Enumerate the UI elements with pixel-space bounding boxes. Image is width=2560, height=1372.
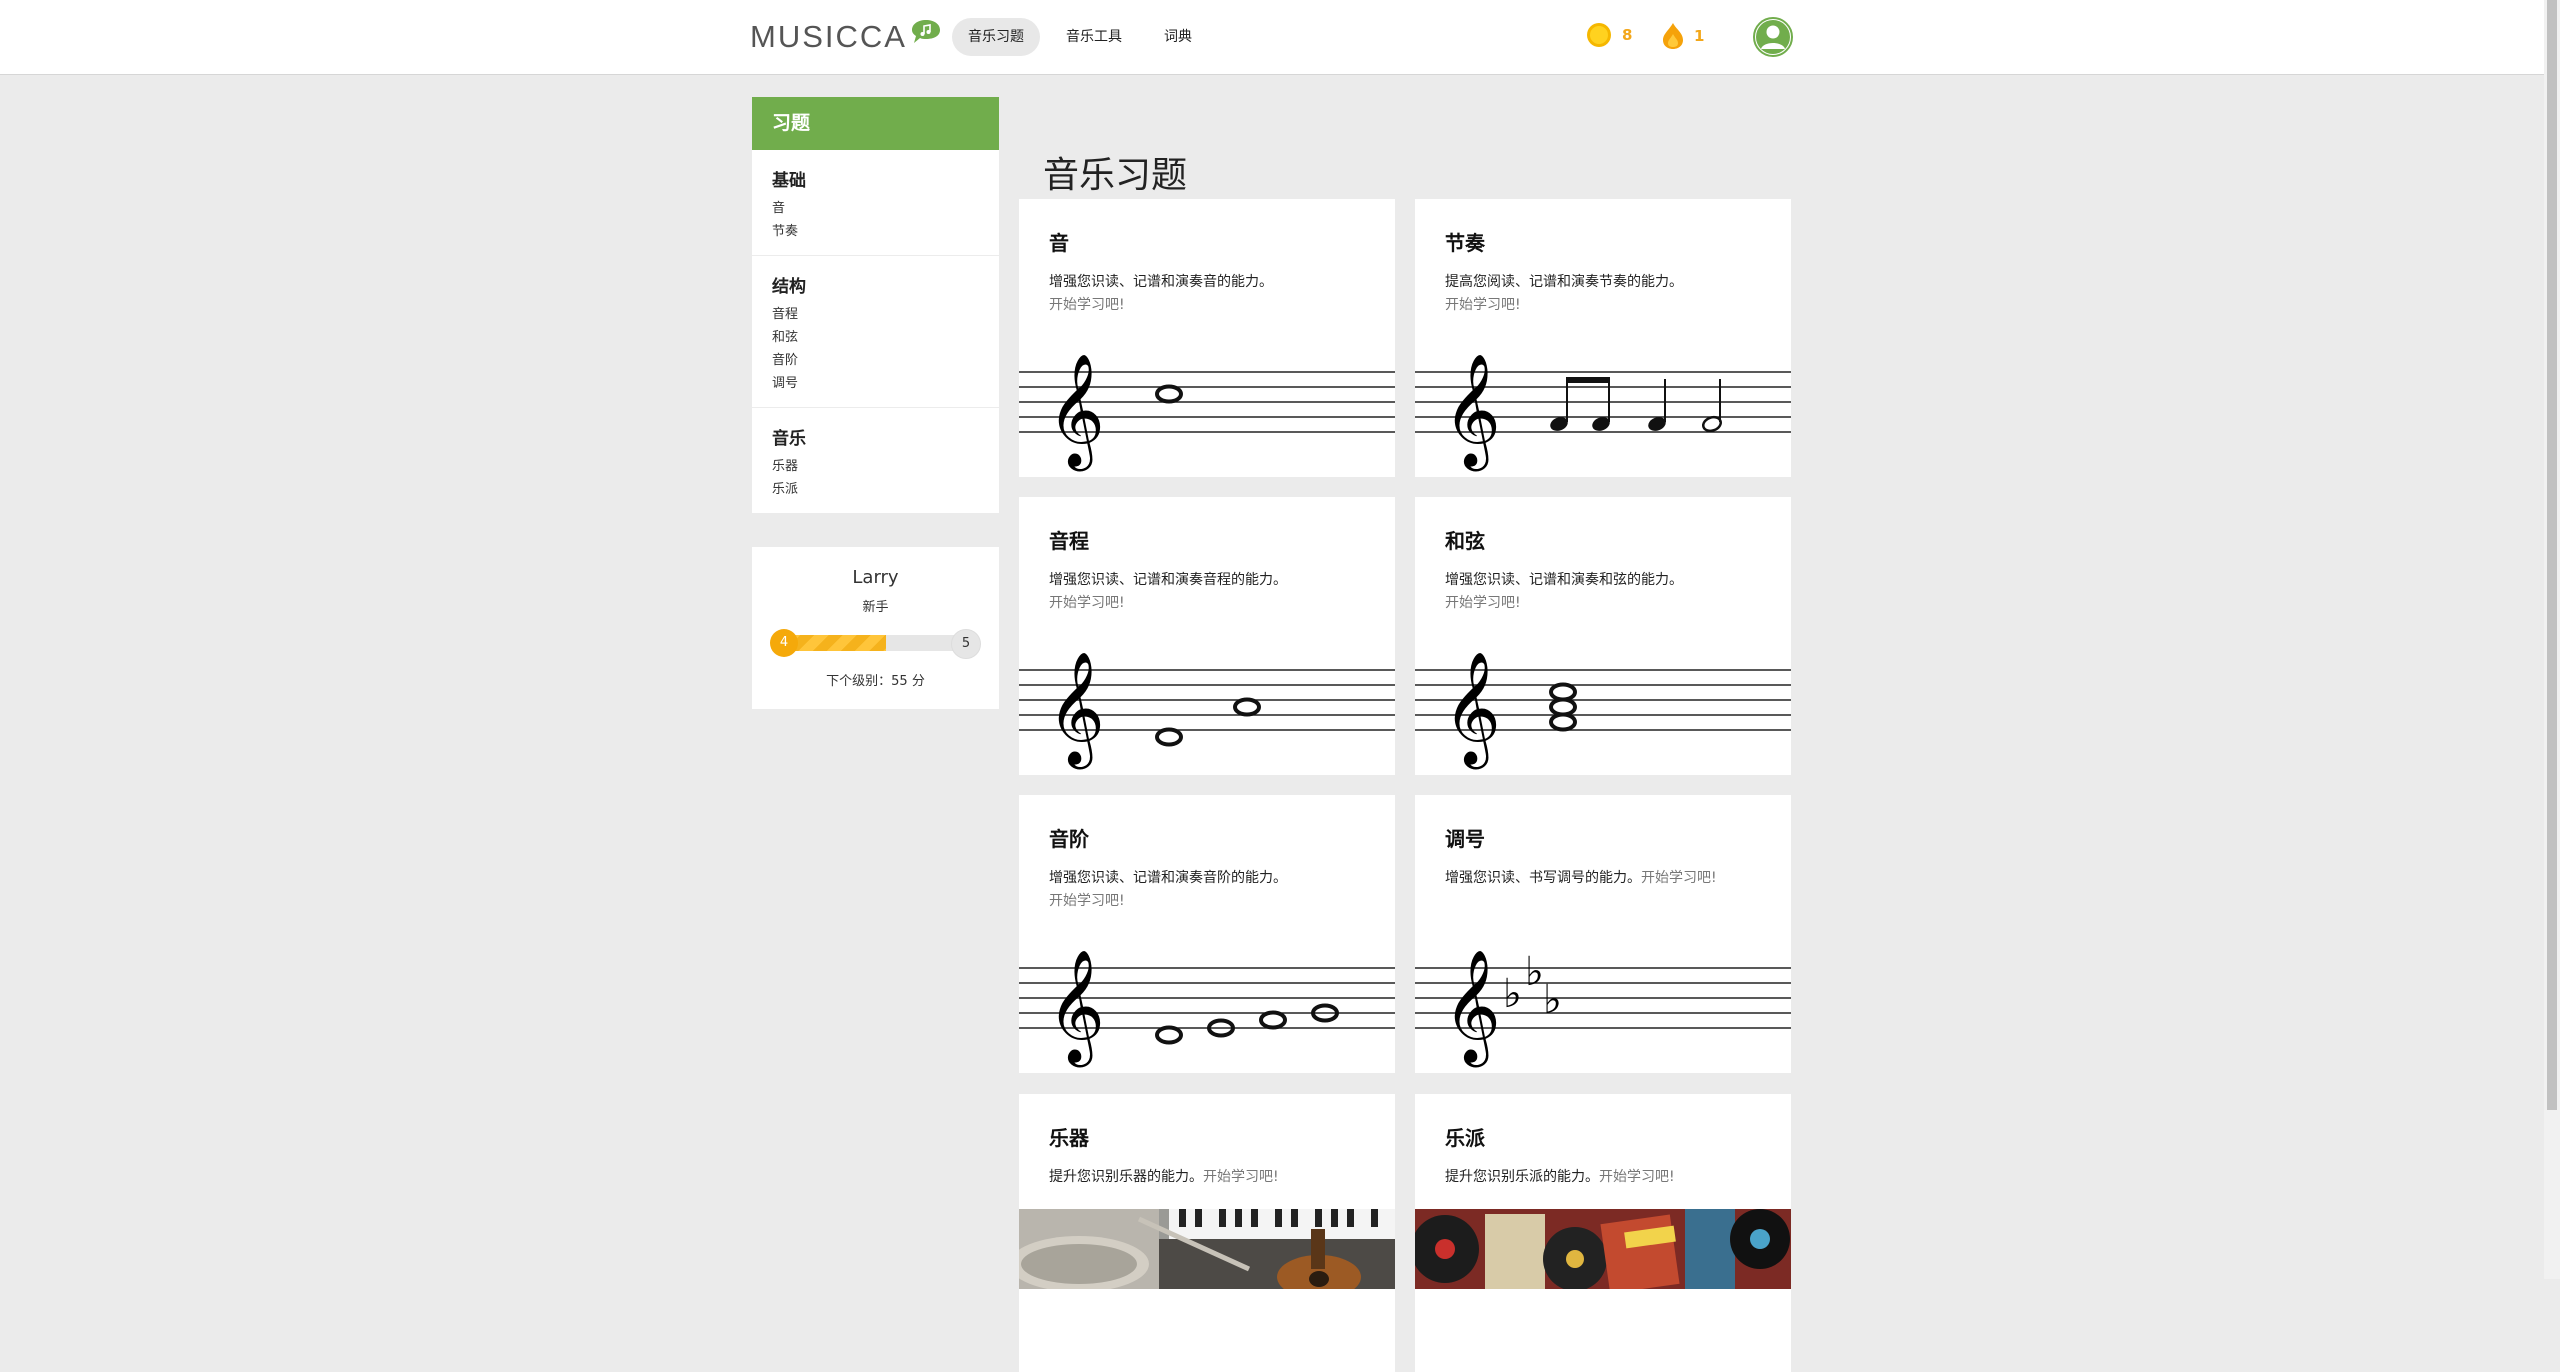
card-description: 增强您识读、记谱和演奏音程的能力。 开始学习吧! <box>1049 569 1379 615</box>
user-avatar-icon[interactable] <box>1753 17 1793 57</box>
card-title: 乐派 <box>1445 1126 1485 1150</box>
streak-count: 1 <box>1694 27 1705 45</box>
staff-illustration: 𝄞 <box>1415 651 1791 770</box>
exercise-sidebar: 习题 基础 音 节奏 结构 音程 和弦 音阶 调号 音乐 乐器 乐派 <box>752 97 999 513</box>
sidebar-item-chords[interactable]: 和弦 <box>772 326 979 349</box>
card-description: 提升您识别乐派的能力。开始学习吧! <box>1445 1166 1775 1189</box>
sidebar-item-scales[interactable]: 音阶 <box>772 349 979 372</box>
card-desc-text: 增强您识读、记谱和演奏音的能力。 <box>1049 274 1273 290</box>
staff-illustration: 𝄞 <box>1019 353 1395 472</box>
card-description: 增强您识读、记谱和演奏和弦的能力。 开始学习吧! <box>1445 569 1775 615</box>
musicca-logo[interactable]: MUSICCA <box>750 19 941 54</box>
card-cta: 开始学习吧! <box>1599 1169 1675 1185</box>
card-cta: 开始学习吧! <box>1049 595 1125 611</box>
main-nav: 音乐习题 音乐工具 词典 <box>952 18 1218 56</box>
staff-illustration: 𝄞 <box>1415 353 1791 472</box>
sidebar-item-intervals[interactable]: 音程 <box>772 303 979 326</box>
card-title: 调号 <box>1445 827 1485 851</box>
sidebar-item-notes[interactable]: 音 <box>772 197 979 220</box>
card-cta: 开始学习吧! <box>1445 297 1521 313</box>
card-cta: 开始学习吧! <box>1049 893 1125 909</box>
sidebar-item-key-signatures[interactable]: 调号 <box>772 372 979 395</box>
page-scrollbar[interactable] <box>2544 0 2560 1279</box>
flame-icon <box>1663 23 1683 49</box>
card-desc-text: 提升您识别乐器的能力。 <box>1049 1169 1203 1185</box>
exercise-card-intervals[interactable]: 音程 增强您识读、记谱和演奏音程的能力。 开始学习吧! 𝄞 <box>1019 497 1395 775</box>
card-title: 音 <box>1049 231 1069 255</box>
card-description: 增强您识读、记谱和演奏音阶的能力。 开始学习吧! <box>1049 867 1379 913</box>
staff-illustration: 𝄞 <box>1019 651 1395 770</box>
exercise-card-scales[interactable]: 音阶 增强您识读、记谱和演奏音阶的能力。 开始学习吧! 𝄞 <box>1019 795 1395 1073</box>
exercise-card-chords[interactable]: 和弦 增强您识读、记谱和演奏和弦的能力。 开始学习吧! 𝄞 <box>1415 497 1791 775</box>
next-level-points: 下个级别：55 分 <box>826 674 925 689</box>
profile-rank: 新手 <box>862 600 889 615</box>
coins-counter[interactable]: 8 <box>1586 22 1632 48</box>
card-title: 和弦 <box>1445 529 1485 553</box>
scrollbar-thumb[interactable] <box>2547 0 2557 1110</box>
card-title: 乐器 <box>1049 1126 1089 1150</box>
card-desc-text: 提高您阅读、记谱和演奏节奏的能力。 <box>1445 274 1683 290</box>
sidebar-group-title: 音乐 <box>772 429 806 449</box>
page-title: 音乐习题 <box>1043 155 1188 197</box>
level-progress-bar: 4 5 <box>770 629 981 659</box>
nav-music-exercises[interactable]: 音乐习题 <box>952 18 1040 56</box>
treble-clef-icon: 𝄞 <box>1443 353 1501 472</box>
music-bubble-icon <box>911 20 940 43</box>
flat-icon: ♭ <box>1503 971 1522 1017</box>
card-desc-text: 增强您识读、书写调号的能力。 <box>1445 870 1641 886</box>
sidebar-group-title: 结构 <box>772 277 806 297</box>
card-description: 提升您识别乐器的能力。开始学习吧! <box>1049 1166 1379 1189</box>
next-level-badge: 5 <box>951 629 981 659</box>
treble-clef-icon: 𝄞 <box>1047 949 1105 1068</box>
instruments-photo <box>1019 1209 1395 1289</box>
current-level-badge: 4 <box>770 629 798 657</box>
sidebar-group-basics: 基础 音 节奏 <box>752 150 999 256</box>
card-cta: 开始学习吧! <box>1641 870 1717 886</box>
nav-music-tools[interactable]: 音乐工具 <box>1050 18 1138 56</box>
card-desc-text: 提升您识别乐派的能力。 <box>1445 1169 1599 1185</box>
nav-dictionary[interactable]: 词典 <box>1148 18 1208 56</box>
card-title: 节奏 <box>1445 231 1485 255</box>
card-desc-text: 增强您识读、记谱和演奏音程的能力。 <box>1049 572 1287 588</box>
card-desc-text: 增强您识读、记谱和演奏音阶的能力。 <box>1049 870 1287 886</box>
card-description: 增强您识读、书写调号的能力。开始学习吧! <box>1445 867 1775 890</box>
treble-clef-icon: 𝄞 <box>1047 651 1105 770</box>
coin-icon <box>1587 23 1611 47</box>
profile-name: Larry <box>852 567 899 588</box>
sidebar-item-genres[interactable]: 乐派 <box>772 478 979 501</box>
coins-count: 8 <box>1622 26 1633 44</box>
sidebar-group-music: 音乐 乐器 乐派 <box>752 408 999 513</box>
treble-clef-icon: 𝄞 <box>1443 651 1501 770</box>
flat-icon: ♭ <box>1543 977 1562 1023</box>
card-desc-text: 增强您识读、记谱和演奏和弦的能力。 <box>1445 572 1683 588</box>
card-cta: 开始学习吧! <box>1203 1169 1279 1185</box>
card-description: 增强您识读、记谱和演奏音的能力。 开始学习吧! <box>1049 271 1379 317</box>
card-title: 音程 <box>1049 529 1089 553</box>
genres-photo <box>1415 1209 1791 1289</box>
profile-card: Larry 新手 4 5 下个级别：55 分 <box>752 547 999 709</box>
treble-clef-icon: 𝄞 <box>1443 949 1501 1068</box>
sidebar-heading: 习题 <box>752 97 999 150</box>
staff-illustration: 𝄞 <box>1019 949 1395 1068</box>
exercise-card-genres[interactable]: 乐派 提升您识别乐派的能力。开始学习吧! <box>1415 1094 1791 1372</box>
logo-text: MUSICCA <box>750 19 907 54</box>
exercise-card-notes[interactable]: 音 增强您识读、记谱和演奏音的能力。 开始学习吧! 𝄞 <box>1019 199 1395 477</box>
card-title: 音阶 <box>1049 827 1089 851</box>
card-cta: 开始学习吧! <box>1445 595 1521 611</box>
streak-counter[interactable]: 1 <box>1662 22 1704 50</box>
sidebar-item-instruments[interactable]: 乐器 <box>772 455 979 478</box>
card-cta: 开始学习吧! <box>1049 297 1125 313</box>
top-header: MUSICCA 音乐习题 音乐工具 词典 8 1 <box>0 0 2544 75</box>
exercise-card-rhythm[interactable]: 节奏 提高您阅读、记谱和演奏节奏的能力。 开始学习吧! 𝄞 <box>1415 199 1791 477</box>
sidebar-item-rhythm[interactable]: 节奏 <box>772 220 979 243</box>
sidebar-group-structure: 结构 音程 和弦 音阶 调号 <box>752 256 999 408</box>
staff-illustration: 𝄞 ♭ ♭ ♭ <box>1415 949 1791 1068</box>
treble-clef-icon: 𝄞 <box>1047 353 1105 472</box>
sidebar-group-title: 基础 <box>772 171 806 191</box>
flat-icon: ♭ <box>1525 949 1544 995</box>
exercise-card-instruments[interactable]: 乐器 提升您识别乐器的能力。开始学习吧! <box>1019 1094 1395 1372</box>
exercise-card-key-signatures[interactable]: 调号 增强您识读、书写调号的能力。开始学习吧! 𝄞 ♭ ♭ ♭ <box>1415 795 1791 1073</box>
card-description: 提高您阅读、记谱和演奏节奏的能力。 开始学习吧! <box>1445 271 1775 317</box>
